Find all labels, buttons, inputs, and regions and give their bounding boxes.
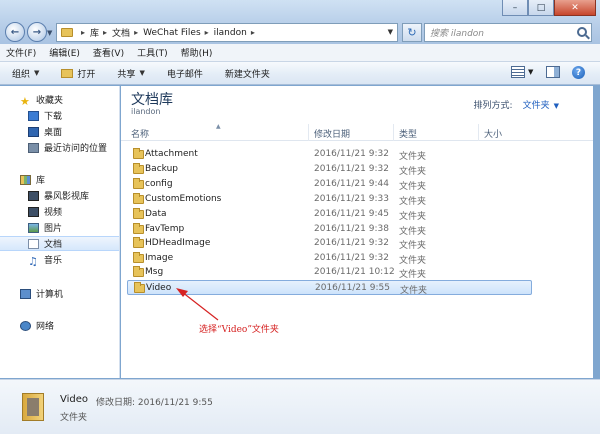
folder-thumbnail-icon [22, 393, 44, 421]
annotation-text: 选择“Video”文件夹 [199, 325, 279, 335]
annotation-arrow [176, 288, 219, 321]
details-pane: Video 修改日期: 2016/11/21 9:55 文件夹 [0, 379, 600, 434]
details-modified-date: 修改日期: 2016/11/21 9:55 [96, 398, 213, 408]
details-type: 文件夹 [60, 413, 88, 423]
details-name: Video [60, 394, 89, 405]
